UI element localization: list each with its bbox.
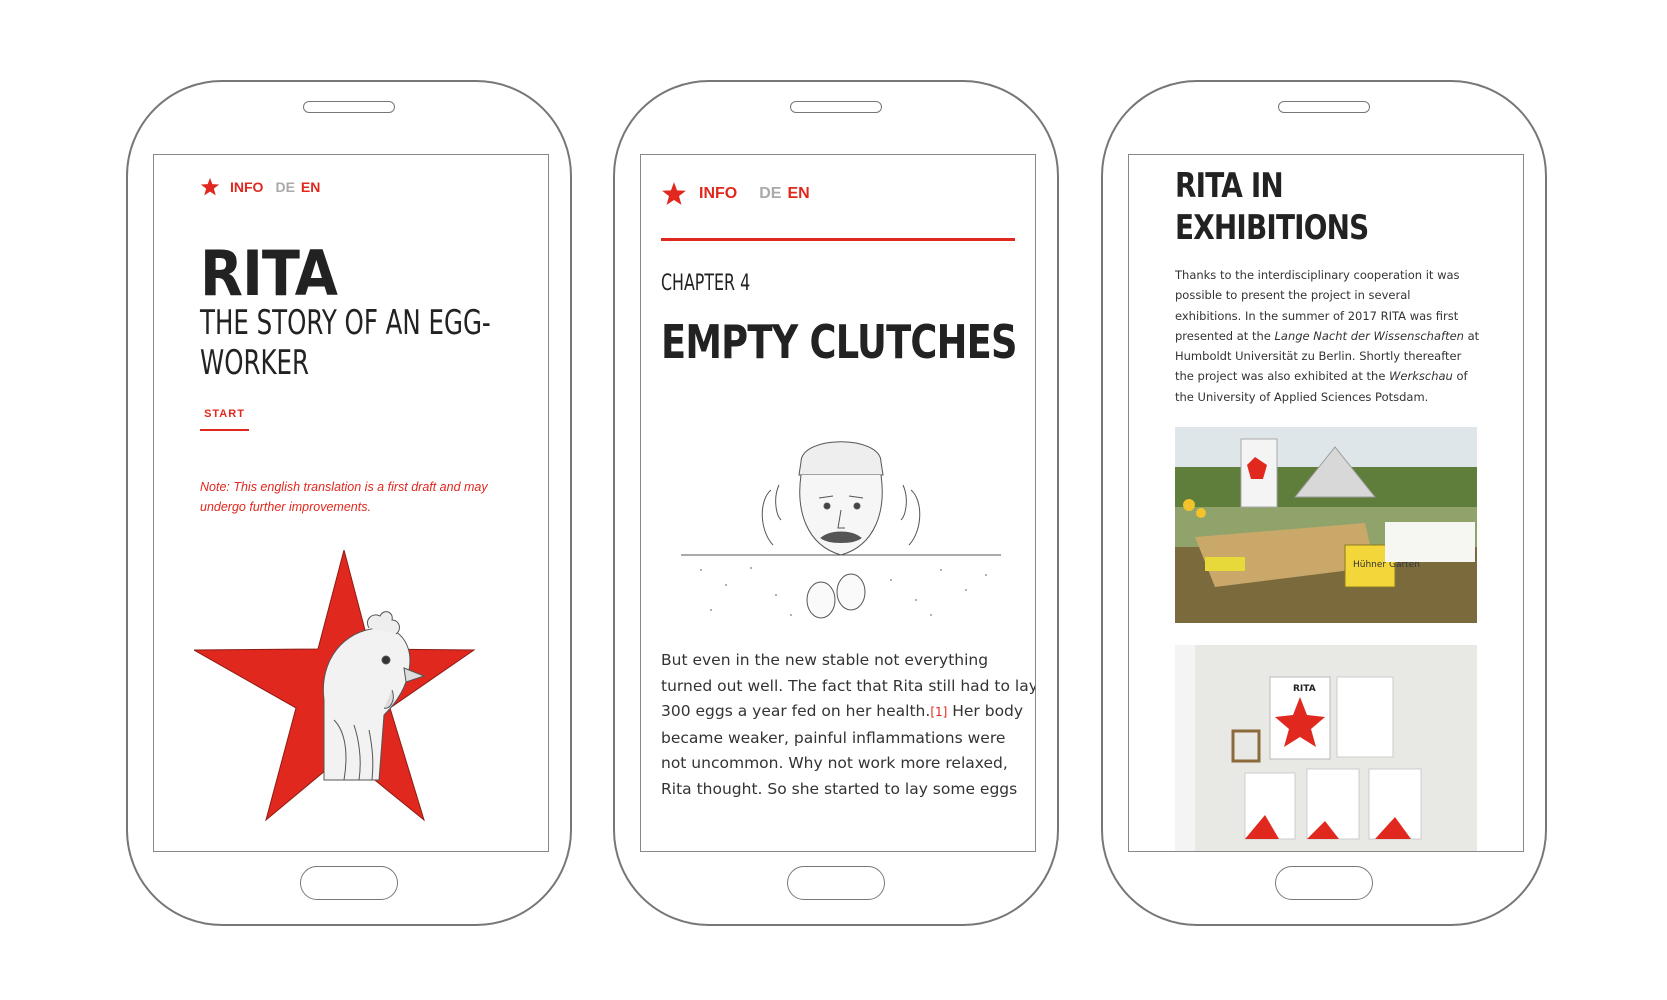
body-line: not uncommon. Why not work more relaxed, bbox=[661, 754, 1008, 772]
section-title: RITA IN EXHIBITIONS bbox=[1175, 165, 1369, 249]
nav-lang-de[interactable]: DE bbox=[759, 185, 781, 203]
phone-frame-2: INFO DE EN CHAPTER 4 EMPTY CLUTCHES But … bbox=[613, 80, 1059, 926]
nav-lang-en[interactable]: EN bbox=[301, 179, 320, 195]
nav-info-link[interactable]: INFO bbox=[699, 185, 737, 203]
poster-title: RITA bbox=[1293, 684, 1316, 694]
chapter-label: CHAPTER 4 bbox=[661, 271, 751, 296]
body-line: the University of Applied Sciences Potsd… bbox=[1175, 389, 1429, 404]
chapter-title: EMPTY CLUTCHES bbox=[661, 315, 1017, 369]
body-line: turned out well. The fact that Rita stil… bbox=[661, 676, 1036, 695]
body-line: possible to present the project in sever… bbox=[1175, 288, 1411, 303]
chapter-body: But even in the new stable not everythin… bbox=[661, 648, 1036, 802]
home-button[interactable] bbox=[787, 866, 885, 900]
section-title-line-2: EXHIBITIONS bbox=[1175, 208, 1369, 248]
exhibition-photo-garden[interactable]: Hühner Gärten bbox=[1175, 427, 1477, 623]
phone-speaker bbox=[790, 101, 882, 113]
body-line: presented at the Lange Nacht der Wissens… bbox=[1175, 328, 1480, 343]
section-body: Thanks to the interdisciplinary cooperat… bbox=[1175, 265, 1479, 407]
body-line: exhibitions. In the summer of 2017 RITA … bbox=[1175, 308, 1459, 323]
page-title: RITA bbox=[200, 237, 338, 310]
translation-note: Note: This english translation is a firs… bbox=[200, 477, 520, 517]
phone-speaker bbox=[1278, 101, 1370, 113]
star-icon[interactable] bbox=[661, 181, 687, 207]
section-title-line-1: RITA IN bbox=[1175, 166, 1284, 206]
nav-lang-en[interactable]: EN bbox=[787, 185, 809, 203]
note-line-1: Note: This english translation is a firs… bbox=[200, 480, 488, 494]
nav-lang-de[interactable]: DE bbox=[275, 179, 294, 195]
screen-exhibitions-page[interactable]: RITA IN EXHIBITIONS Thanks to the interd… bbox=[1128, 154, 1524, 852]
star-icon[interactable] bbox=[200, 177, 220, 197]
note-line-2: undergo further improvements. bbox=[200, 500, 371, 514]
screen-title-page[interactable]: INFO DE EN RITA THE STORY OF AN EGG- WOR… bbox=[153, 154, 549, 852]
home-button[interactable] bbox=[1275, 866, 1373, 900]
body-line: became weaker, painful inflammations wer… bbox=[661, 728, 1006, 747]
screen-chapter-page[interactable]: INFO DE EN CHAPTER 4 EMPTY CLUTCHES But … bbox=[640, 154, 1036, 852]
nav-bar: INFO DE EN bbox=[200, 177, 320, 197]
body-line: Thanks to the interdisciplinary cooperat… bbox=[1175, 268, 1460, 282]
body-line: Humboldt Universität zu Berlin. Shortly … bbox=[1175, 349, 1462, 364]
nav-info-link[interactable]: INFO bbox=[230, 179, 263, 195]
body-line: Rita thought. So she started to lay some… bbox=[661, 779, 1018, 798]
home-button[interactable] bbox=[300, 866, 398, 900]
farmer-eggs-illustration bbox=[681, 441, 1001, 619]
footnote-link[interactable]: [1] bbox=[930, 705, 947, 719]
subtitle-line-2: WORKER bbox=[200, 343, 310, 383]
subtitle-line-1: THE STORY OF AN EGG- bbox=[200, 303, 491, 343]
red-star-chicken-illustration bbox=[194, 550, 476, 822]
nav-bar: INFO DE EN bbox=[661, 181, 810, 207]
phone-frame-1: INFO DE EN RITA THE STORY OF AN EGG- WOR… bbox=[126, 80, 572, 926]
phone-frame-3: RITA IN EXHIBITIONS Thanks to the interd… bbox=[1101, 80, 1547, 926]
exhibition-photo-posters[interactable]: RITA bbox=[1175, 645, 1477, 852]
body-line: But even in the new stable not everythin… bbox=[661, 651, 989, 669]
phone-speaker bbox=[303, 101, 395, 113]
start-button[interactable]: START bbox=[200, 402, 249, 431]
body-line-with-footnote: 300 eggs a year fed on her health.[1] He… bbox=[661, 702, 1024, 720]
nav-divider bbox=[661, 238, 1015, 241]
body-line: the project was also exhibited at the We… bbox=[1175, 369, 1468, 384]
start-button-label: START bbox=[204, 408, 245, 420]
